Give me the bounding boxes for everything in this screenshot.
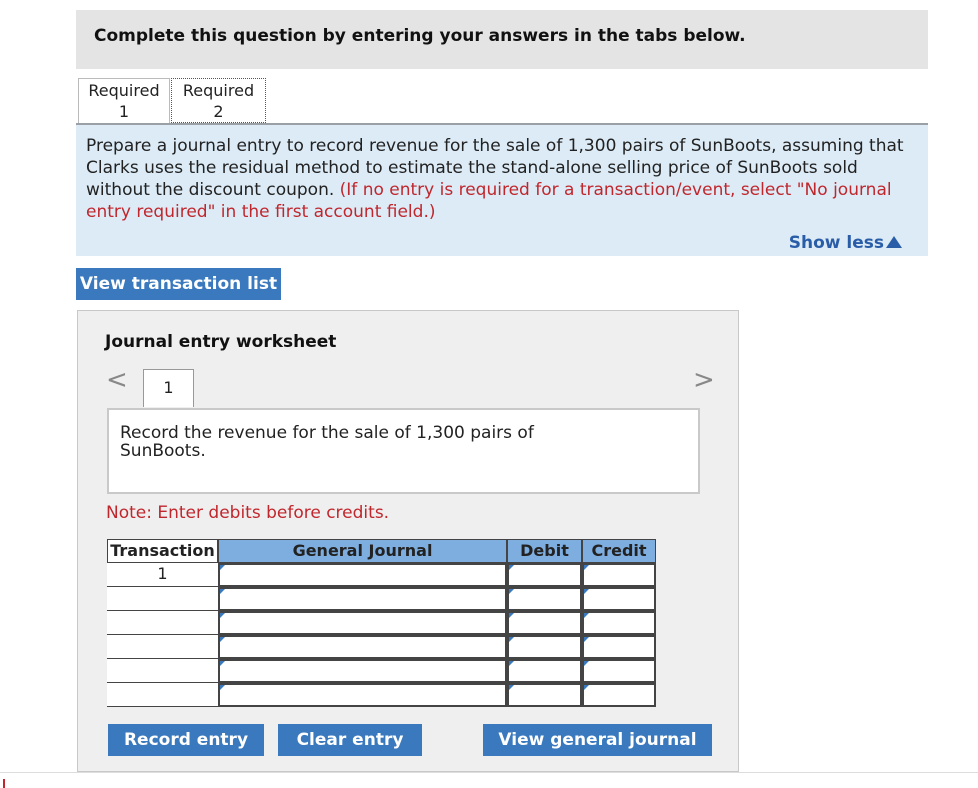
- account-field[interactable]: [218, 659, 507, 683]
- transaction-cell: [107, 659, 218, 683]
- debits-credits-note: Note: Enter debits before credits.: [106, 503, 390, 523]
- account-field[interactable]: [218, 587, 507, 611]
- transaction-cell: [107, 635, 218, 659]
- account-field[interactable]: [218, 635, 507, 659]
- chevron-left-icon[interactable]: <: [106, 367, 128, 393]
- transaction-description-box: Record the revenue for the sale of 1,300…: [107, 408, 700, 494]
- col-header-credit: Credit: [582, 539, 656, 563]
- tab-label: Required: [88, 81, 160, 100]
- question-header-title: Complete this question by entering your …: [94, 26, 746, 46]
- credit-field[interactable]: [582, 587, 656, 611]
- debit-field[interactable]: [507, 611, 582, 635]
- transaction-description: Record the revenue for the sale of 1,300…: [120, 423, 534, 461]
- col-header-general-journal: General Journal: [218, 539, 507, 563]
- question-header: Complete this question by entering your …: [76, 10, 928, 69]
- tab-required-2[interactable]: Required 2: [171, 78, 266, 123]
- view-general-journal-button[interactable]: View general journal: [483, 724, 712, 756]
- worksheet-title: Journal entry worksheet: [105, 332, 337, 352]
- credit-field[interactable]: [582, 683, 656, 707]
- view-transaction-list-button[interactable]: View transaction list: [76, 268, 281, 300]
- debit-field[interactable]: [507, 635, 582, 659]
- transaction-cell: 1: [107, 563, 218, 587]
- account-field[interactable]: [218, 683, 507, 707]
- col-header-transaction: Transaction: [107, 539, 218, 563]
- clear-entry-button[interactable]: Clear entry: [278, 724, 422, 756]
- page-divider: [0, 772, 978, 773]
- chevron-right-icon[interactable]: >: [693, 367, 715, 393]
- tab-number: 2: [213, 102, 224, 121]
- account-field[interactable]: [218, 611, 507, 635]
- record-entry-button[interactable]: Record entry: [108, 724, 264, 756]
- debit-field[interactable]: [507, 683, 582, 707]
- account-field[interactable]: [218, 563, 507, 587]
- tab-required-1[interactable]: Required 1: [78, 78, 170, 123]
- show-less-label: Show less: [788, 233, 884, 253]
- tab-label: Required: [182, 81, 255, 100]
- debit-field[interactable]: [507, 659, 582, 683]
- edge-marker: [3, 779, 5, 788]
- worksheet-page-tab[interactable]: 1: [143, 369, 194, 407]
- debit-field[interactable]: [507, 563, 582, 587]
- credit-field[interactable]: [582, 635, 656, 659]
- transaction-cell: [107, 587, 218, 611]
- journal-entry-worksheet: Journal entry worksheet < 1 > Record the…: [77, 310, 739, 772]
- credit-field[interactable]: [582, 659, 656, 683]
- debit-field[interactable]: [507, 587, 582, 611]
- tab-number: 1: [118, 102, 130, 121]
- credit-field[interactable]: [582, 563, 656, 587]
- show-less-link[interactable]: Show less: [789, 233, 902, 253]
- col-header-debit: Debit: [507, 539, 582, 563]
- credit-field[interactable]: [582, 611, 656, 635]
- triangle-up-icon: [886, 236, 902, 248]
- instructions-text: Prepare a journal entry to record revenu…: [86, 135, 916, 223]
- transaction-cell: [107, 683, 218, 707]
- instructions-panel: Prepare a journal entry to record revenu…: [76, 125, 928, 256]
- transaction-cell: [107, 611, 218, 635]
